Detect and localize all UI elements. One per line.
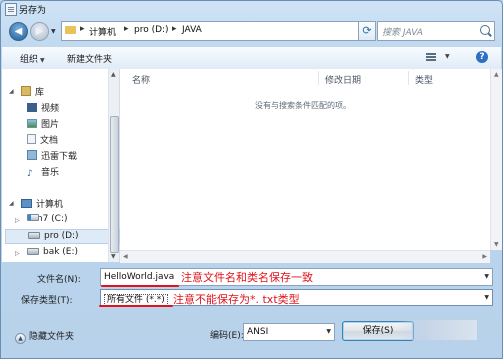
nav-item-drive-c[interactable]: win7 (C:) bbox=[27, 214, 68, 224]
expand-arrow-icon[interactable]: ▷ bbox=[15, 250, 20, 257]
hide-folders-label: 隐藏文件夹 bbox=[29, 332, 75, 342]
scrollbar-thumb[interactable] bbox=[110, 116, 119, 253]
scroll-left-icon[interactable]: ◀ bbox=[123, 253, 128, 260]
scroll-up-icon[interactable]: ▲ bbox=[111, 71, 116, 78]
command-toolbar: 组织 ▼ 新建文件夹 ▼ ? bbox=[2, 46, 501, 70]
organize-label: 组织 bbox=[20, 55, 39, 65]
folder-icon bbox=[65, 26, 76, 34]
column-header-type[interactable]: 类型 bbox=[415, 73, 433, 86]
filetype-label: 保存类型(T): bbox=[21, 296, 73, 306]
empty-message: 没有与搜索条件匹配的项。 bbox=[255, 101, 351, 110]
chevron-down-icon[interactable]: ▼ bbox=[484, 294, 489, 301]
nav-label: pro (D:) bbox=[44, 231, 79, 241]
view-options-icon[interactable] bbox=[426, 53, 436, 62]
column-divider[interactable] bbox=[318, 71, 319, 85]
file-list[interactable]: 名称 修改日期 类型 没有与搜索条件匹配的项。 bbox=[120, 69, 490, 250]
breadcrumb-drive[interactable]: pro (D:) bbox=[134, 25, 169, 35]
navigation-pane: ◢ 库 视频 图片 文档 迅雷下载 ♪ 音乐 ◢ 计算机 ▷ win7 (C:) … bbox=[2, 69, 120, 262]
recent-pages-dropdown-icon[interactable]: ▼ bbox=[51, 28, 56, 35]
collapse-icon: ▲ bbox=[15, 333, 26, 344]
drive-icon bbox=[27, 214, 39, 221]
breadcrumb-separator-icon[interactable]: ▸ bbox=[124, 24, 129, 34]
breadcrumb-separator-icon[interactable]: ▸ bbox=[80, 24, 85, 34]
nav-label: 库 bbox=[35, 88, 45, 98]
search-icon[interactable] bbox=[480, 25, 490, 35]
expand-arrow-icon[interactable]: ▷ bbox=[15, 217, 20, 224]
nav-item-music[interactable]: ♪ 音乐 bbox=[27, 165, 59, 179]
filename-annotation: 注意文件名和类名保存一致 bbox=[181, 271, 313, 284]
music-icon: ♪ bbox=[27, 169, 33, 179]
chevron-down-icon[interactable]: ▼ bbox=[484, 273, 489, 280]
filename-input[interactable]: HelloWorld.java bbox=[104, 272, 174, 282]
hide-folders-button[interactable]: ▲ 隐藏文件夹 bbox=[15, 329, 74, 344]
filename-label: 文件名(N): bbox=[37, 275, 81, 285]
save-as-dialog: 另存为 ◀ ▶ ▼ ▸ 计算机 ▸ pro (D:) ▸ JAVA ▼ ⟳ 搜索… bbox=[0, 0, 503, 359]
search-input[interactable]: 搜索 JAVA bbox=[382, 25, 423, 38]
file-list-horizontal-scrollbar[interactable]: ◀ ▶ bbox=[120, 250, 490, 263]
view-dropdown-icon[interactable]: ▼ bbox=[445, 53, 450, 60]
scroll-down-icon[interactable]: ▼ bbox=[111, 253, 116, 260]
dialog-icon bbox=[5, 3, 17, 16]
nav-item-libraries[interactable]: 库 bbox=[21, 85, 44, 98]
nav-item-drive-d[interactable]: pro (D:) bbox=[5, 229, 120, 244]
nav-label: 迅雷下载 bbox=[41, 152, 78, 162]
library-icon bbox=[21, 86, 31, 96]
encoding-select[interactable]: ANSI ▼ bbox=[243, 323, 335, 341]
breadcrumb-computer[interactable]: 计算机 bbox=[89, 25, 116, 38]
filetype-underline bbox=[99, 305, 173, 307]
download-icon bbox=[27, 150, 37, 160]
chevron-down-icon[interactable]: ▼ bbox=[326, 328, 331, 335]
nav-label: 视频 bbox=[41, 104, 60, 114]
scroll-up-icon[interactable]: ▲ bbox=[494, 71, 499, 78]
column-header-name[interactable]: 名称 bbox=[132, 73, 150, 86]
nav-item-drive-e[interactable]: bak (E:) bbox=[27, 247, 78, 257]
organize-menu[interactable]: 组织 ▼ bbox=[20, 52, 45, 65]
blurred-region bbox=[397, 320, 477, 340]
nav-item-videos[interactable]: 视频 bbox=[27, 101, 59, 114]
nav-item-documents[interactable]: 文档 bbox=[27, 133, 58, 146]
file-list-scrollbar[interactable]: ▲ ▼ bbox=[490, 69, 502, 250]
scroll-right-icon[interactable]: ▶ bbox=[482, 253, 487, 260]
encoding-label: 编码(E): bbox=[210, 331, 244, 341]
column-divider[interactable] bbox=[408, 71, 409, 85]
column-header-date[interactable]: 修改日期 bbox=[325, 73, 361, 86]
breadcrumb-separator-icon[interactable]: ▸ bbox=[172, 24, 177, 34]
filetype-value[interactable]: 所有文件 (*.*) bbox=[104, 292, 168, 306]
nav-item-computer[interactable]: 计算机 bbox=[21, 197, 63, 210]
nav-item-thunder-downloads[interactable]: 迅雷下载 bbox=[27, 149, 77, 162]
refresh-button[interactable]: ⟳ bbox=[358, 21, 376, 41]
drive-icon bbox=[27, 248, 39, 255]
filetype-annotation: 注意不能保存为*. txt类型 bbox=[173, 293, 300, 306]
documents-icon bbox=[27, 134, 36, 144]
drive-icon bbox=[28, 232, 40, 239]
dialog-title: 另存为 bbox=[19, 6, 47, 16]
nav-label: 计算机 bbox=[36, 200, 64, 210]
nav-label: 文档 bbox=[40, 136, 59, 146]
forward-button[interactable]: ▶ bbox=[30, 22, 49, 41]
watermark: ⋯ bbox=[429, 327, 436, 335]
back-button[interactable]: ◀ bbox=[9, 22, 28, 41]
pictures-icon bbox=[27, 119, 37, 128]
breadcrumb-folder[interactable]: JAVA bbox=[182, 25, 202, 35]
address-bar[interactable]: ▸ 计算机 ▸ pro (D:) ▸ JAVA ▼ bbox=[61, 21, 413, 41]
nav-label: bak (E:) bbox=[43, 247, 79, 257]
nav-label: 音乐 bbox=[41, 168, 60, 178]
computer-icon bbox=[21, 199, 32, 208]
scroll-down-icon[interactable]: ▼ bbox=[494, 241, 499, 248]
chevron-down-icon: ▼ bbox=[40, 57, 45, 64]
help-icon[interactable]: ? bbox=[476, 51, 488, 63]
new-folder-button[interactable]: 新建文件夹 bbox=[67, 52, 112, 65]
video-icon bbox=[27, 103, 37, 112]
expand-arrow-icon[interactable]: ◢ bbox=[9, 88, 14, 95]
expand-arrow-icon[interactable]: ◢ bbox=[9, 200, 14, 207]
nav-item-pictures[interactable]: 图片 bbox=[27, 117, 59, 130]
filename-underline bbox=[101, 285, 179, 287]
encoding-value[interactable]: ANSI bbox=[247, 327, 268, 337]
title-bar: 另存为 bbox=[1, 1, 502, 17]
nav-label: 图片 bbox=[41, 120, 60, 130]
nav-scrollbar[interactable]: ▲ ▼ bbox=[108, 69, 119, 262]
search-box[interactable]: 搜索 JAVA bbox=[377, 21, 495, 41]
